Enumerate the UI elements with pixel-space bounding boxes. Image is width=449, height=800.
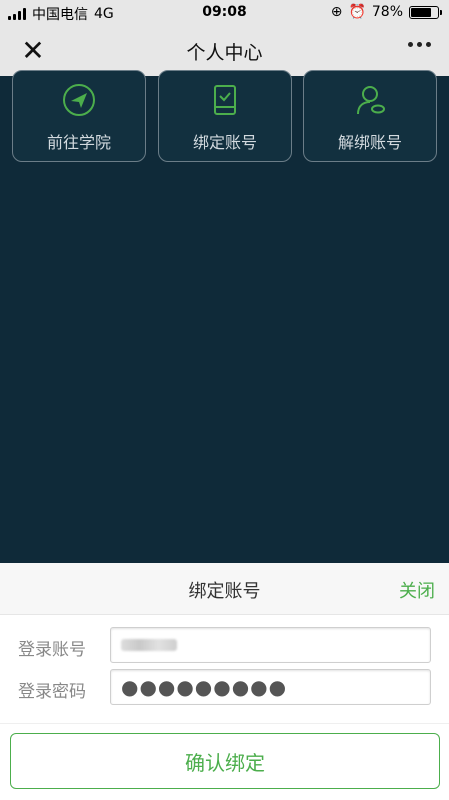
menu-cards: 前往学院 绑定账号 解绑账号: [0, 70, 449, 166]
status-right: ⊕ ⏰ 78%: [330, 4, 442, 20]
account-value-blurred: [121, 639, 177, 651]
password-label: 登录密码: [18, 682, 86, 702]
menu-item-academy[interactable]: 前往学院: [12, 70, 146, 162]
sheet-close-button[interactable]: 关闭: [399, 577, 435, 603]
send-icon: [63, 84, 95, 116]
battery-fill: [411, 7, 432, 17]
phone-check-icon: [214, 85, 236, 115]
menu-item-bind-account[interactable]: 绑定账号: [158, 70, 292, 162]
account-row: 登录账号: [0, 627, 449, 665]
more-icon[interactable]: [408, 42, 431, 47]
page-title: 个人中心: [186, 42, 263, 64]
menu-item-label: 前往学院: [46, 133, 111, 152]
status-bar: 中国电信 4G 09:08 ⊕ ⏰ 78%: [0, 0, 449, 26]
menu-item-label: 解绑账号: [337, 133, 402, 152]
nav-bar: ✕ 个人中心: [0, 26, 449, 76]
rotation-lock-icon: ⊕: [330, 4, 343, 20]
user-unlink-icon: [357, 86, 385, 115]
account-label: 登录账号: [18, 640, 86, 660]
password-input[interactable]: ●●●●●●●●●: [110, 669, 431, 705]
bind-account-sheet: 绑定账号 关闭 登录账号 登录密码 ●●●●●●●●● 确认绑定: [0, 563, 449, 800]
password-value: ●●●●●●●●●: [121, 675, 288, 699]
menu-item-unbind-account[interactable]: 解绑账号: [303, 70, 437, 162]
battery-icon: [409, 5, 442, 19]
confirm-bind-button[interactable]: 确认绑定: [10, 733, 440, 789]
sheet-title: 绑定账号: [188, 581, 261, 602]
alarm-icon: ⏰: [348, 4, 366, 20]
sheet-header: 绑定账号 关闭: [0, 563, 449, 615]
menu-item-label: 绑定账号: [192, 133, 257, 152]
battery-percent: 78%: [371, 4, 403, 20]
divider: [0, 723, 449, 724]
password-row: 登录密码 ●●●●●●●●●: [0, 669, 449, 707]
account-input[interactable]: [110, 627, 431, 663]
